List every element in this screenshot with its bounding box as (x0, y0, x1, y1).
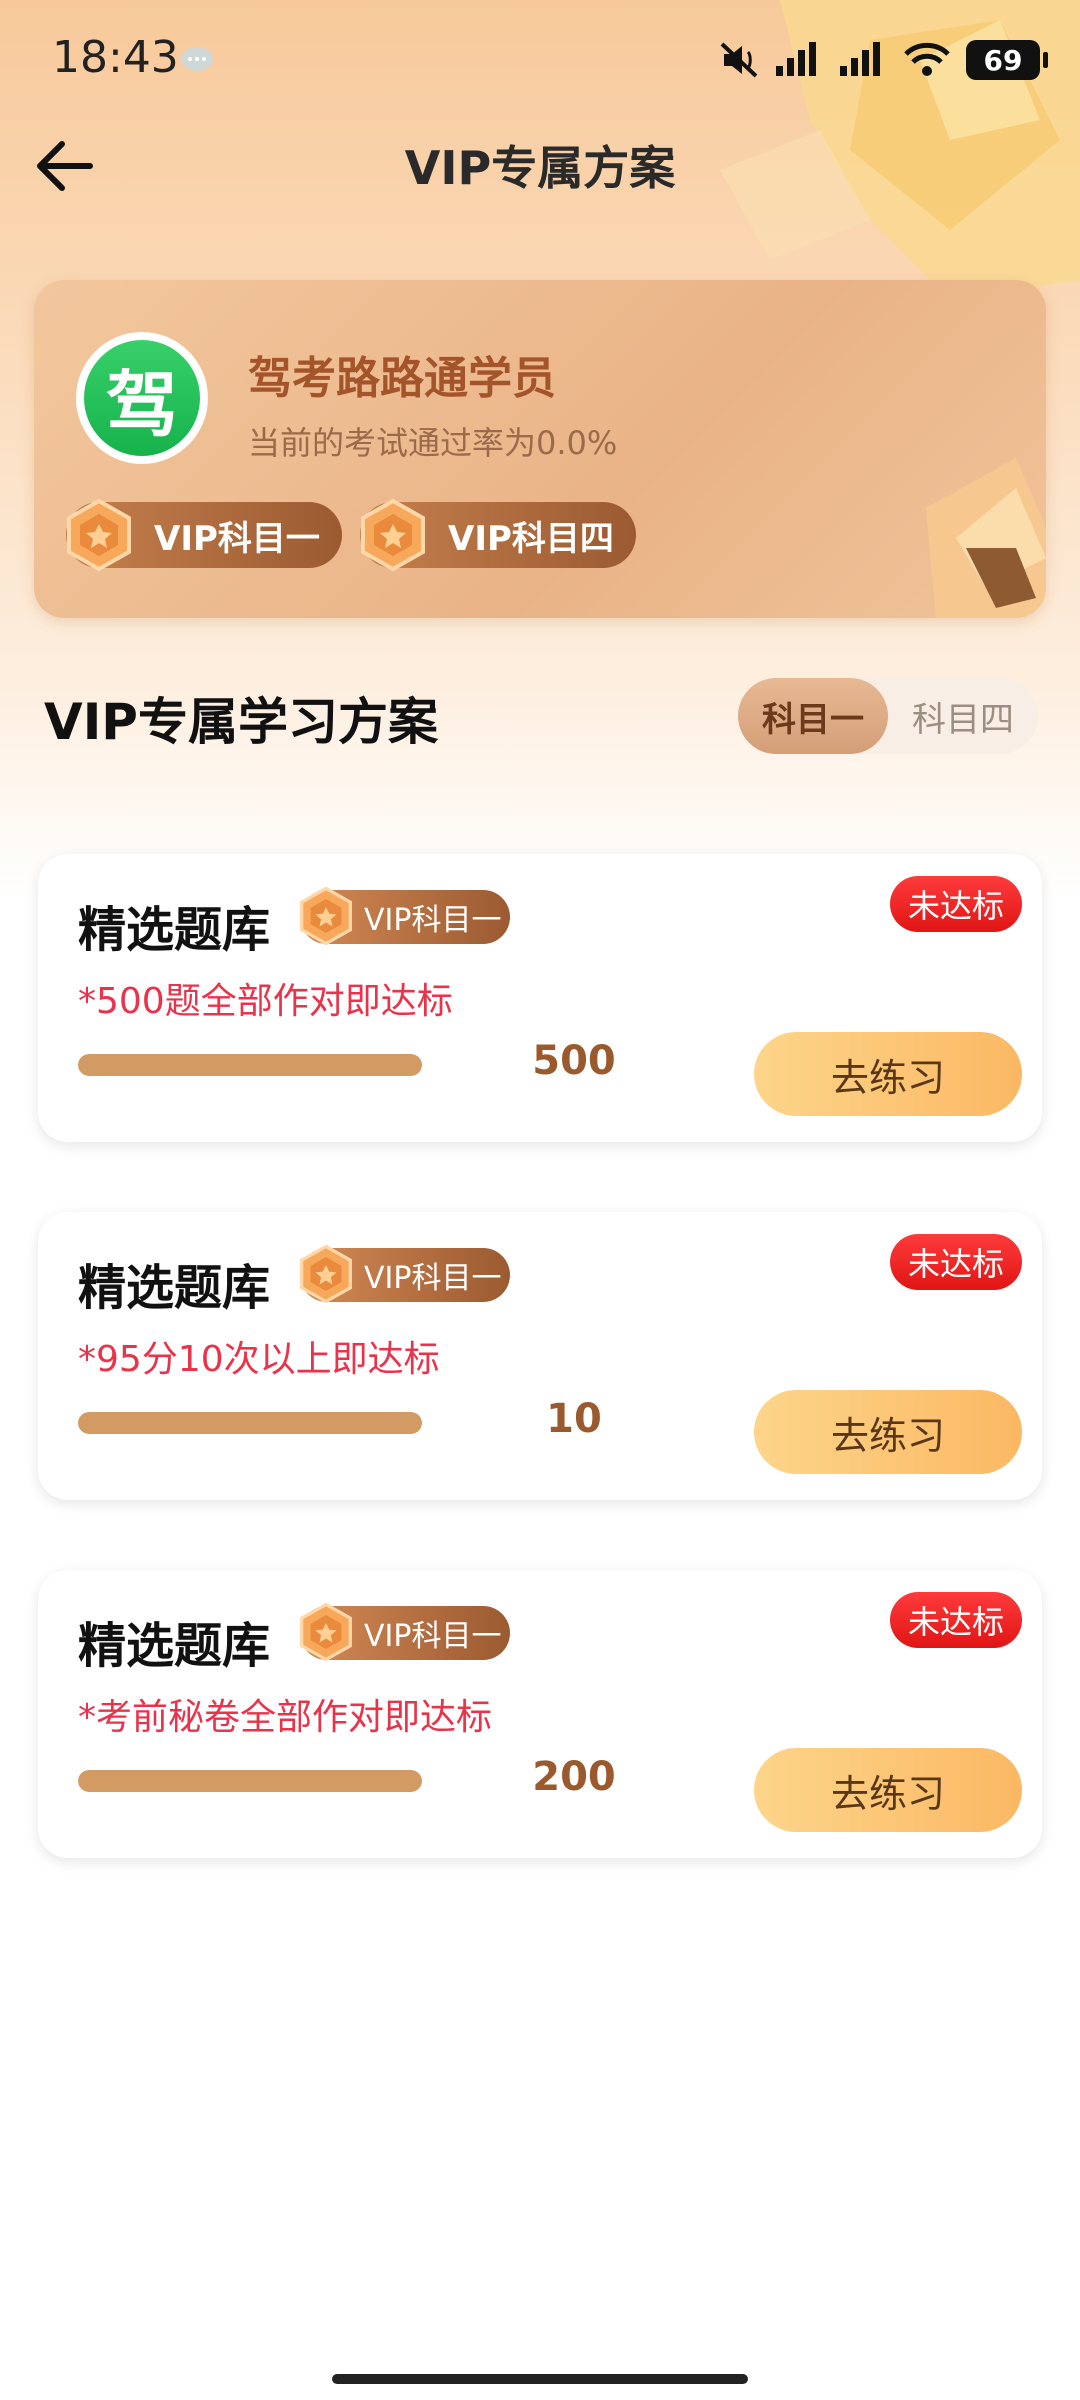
pass-rate-text: 当前的考试通过率为0.0% (248, 424, 618, 462)
avatar-logo: 驾 (84, 340, 200, 456)
profile-card: 驾 驾考路路通学员 当前的考试通过率为0.0% VIP科目一 VIP科目四 (34, 280, 1046, 618)
status-badge: 未达标 (889, 1592, 1022, 1648)
vip-medal-icon (67, 498, 131, 572)
vip-tag-label: VIP科目一 (364, 1619, 502, 1654)
diamond-decoration (926, 458, 1046, 618)
progress-fill (78, 1770, 422, 1792)
section-title: VIP专属学习方案 (44, 693, 438, 751)
home-indicator[interactable] (332, 2374, 748, 2384)
tab-subject-4[interactable]: 科目四 (888, 678, 1038, 754)
vip-medal-icon (300, 886, 352, 946)
message-bubble-icon (181, 47, 213, 71)
target-value: 500 (532, 1038, 616, 1084)
vip-badge-label: VIP科目一 (154, 518, 320, 559)
progress-fill (78, 1054, 422, 1076)
status-time: 18:43 (52, 32, 179, 83)
vip-medal-icon (300, 1602, 352, 1662)
battery-level: 69 (983, 43, 1023, 77)
vip-tag: VIP科目一 (300, 1602, 510, 1662)
task-card-3: 精选题库 VIP科目一 未达标 *考前秘卷全部作对即达标 200 去练习 (38, 1570, 1042, 1858)
wifi-icon (904, 42, 950, 76)
task-title: 精选题库 (78, 1260, 271, 1316)
subject-tab-switch: 科目一 科目四 (738, 678, 1038, 754)
vip-tag-label: VIP科目一 (364, 903, 502, 938)
requirement-text: *考前秘卷全部作对即达标 (78, 1697, 493, 1738)
status-badge: 未达标 (889, 876, 1022, 932)
task-title: 精选题库 (78, 902, 271, 958)
task-card-1: 精选题库 VIP科目一 未达标 *500题全部作对即达标 500 去练习 (38, 854, 1042, 1142)
requirement-text: *95分10次以上即达标 (78, 1339, 440, 1380)
battery-icon: 69 (966, 40, 1048, 80)
status-badge: 未达标 (889, 1234, 1022, 1290)
page-title: VIP专属方案 (404, 141, 676, 195)
target-value: 10 (546, 1396, 602, 1442)
signal-icon-2 (840, 42, 880, 76)
vip-tag-label: VIP科目一 (364, 1261, 502, 1296)
vip-badge-label: VIP科目四 (448, 518, 614, 559)
progress-bar (78, 1054, 422, 1076)
progress-bar (78, 1412, 422, 1434)
practice-button[interactable]: 去练习 (754, 1390, 1022, 1474)
vip-badge-subject-1: VIP科目一 (66, 498, 342, 572)
user-name: 驾考路路通学员 (248, 353, 556, 404)
tab-subject-1[interactable]: 科目一 (738, 678, 888, 754)
vip-tag: VIP科目一 (300, 1244, 510, 1304)
vip-badge-subject-4: VIP科目四 (360, 498, 636, 572)
task-card-2: 精选题库 VIP科目一 未达标 *95分10次以上即达标 10 去练习 (38, 1212, 1042, 1500)
vip-medal-icon (361, 498, 425, 572)
practice-button[interactable]: 去练习 (754, 1748, 1022, 1832)
task-title: 精选题库 (78, 1618, 271, 1674)
vip-tag: VIP科目一 (300, 886, 510, 946)
target-value: 200 (532, 1754, 616, 1800)
avatar: 驾 (76, 332, 208, 464)
status-icons: 69 (718, 36, 1048, 84)
vip-medal-icon (300, 1244, 352, 1304)
progress-bar (78, 1770, 422, 1792)
progress-fill (78, 1412, 422, 1434)
practice-button[interactable]: 去练习 (754, 1032, 1022, 1116)
signal-icon-1 (776, 42, 816, 76)
mute-icon (720, 42, 758, 78)
status-bar: 18:43 69 (0, 0, 1080, 120)
requirement-text: *500题全部作对即达标 (78, 981, 453, 1022)
